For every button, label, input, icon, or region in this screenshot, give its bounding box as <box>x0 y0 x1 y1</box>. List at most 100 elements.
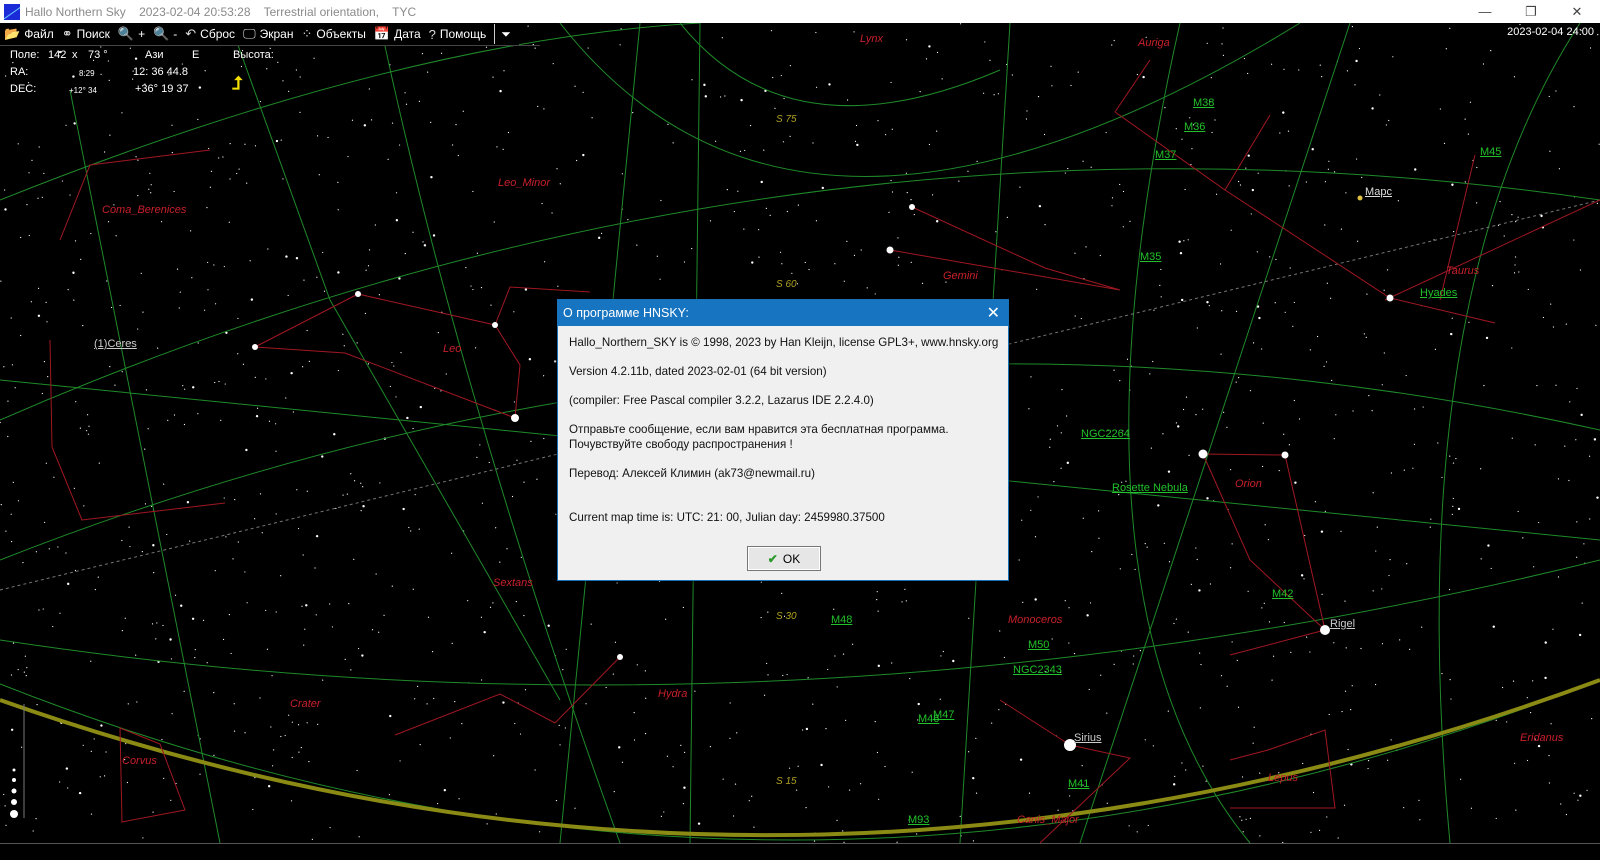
star <box>613 790 615 793</box>
sky-object-label[interactable]: M36 <box>1184 121 1205 133</box>
star <box>268 420 271 422</box>
sky-object-label[interactable]: M45 <box>1480 146 1501 158</box>
star <box>1068 642 1070 644</box>
star <box>1361 176 1363 179</box>
star <box>852 643 854 645</box>
constellation-label: Orion <box>1235 478 1262 490</box>
star <box>527 25 529 27</box>
file-button[interactable]: 📂 Файл <box>4 26 54 42</box>
objects-button[interactable]: ⁘ Объекты <box>301 26 365 42</box>
star <box>721 37 723 39</box>
star <box>1302 762 1304 765</box>
sky-object-label[interactable]: M47 <box>933 709 954 721</box>
sky-object-label[interactable]: (1)Ceres <box>94 338 137 350</box>
sky-object-label[interactable]: M41 <box>1068 778 1089 790</box>
star <box>1119 380 1121 382</box>
star <box>936 51 939 54</box>
star <box>513 401 515 403</box>
star <box>972 776 975 780</box>
star <box>1274 302 1276 304</box>
star <box>316 276 318 278</box>
star <box>229 178 231 180</box>
star <box>476 456 478 458</box>
star <box>813 840 816 842</box>
star <box>480 287 483 289</box>
star <box>479 444 481 446</box>
ok-button[interactable]: ✔ OK <box>747 546 821 571</box>
star <box>825 728 827 730</box>
search-button[interactable]: ⚭ Поиск <box>62 26 110 42</box>
star <box>1239 816 1241 818</box>
sky-object-label[interactable]: Марс <box>1365 186 1392 198</box>
star <box>1304 534 1306 537</box>
sky-object-label[interactable]: NGC2343 <box>1013 664 1062 676</box>
sky-object-label[interactable]: M42 <box>1272 588 1293 600</box>
star <box>576 159 578 162</box>
star <box>1006 216 1008 218</box>
star <box>1113 369 1115 371</box>
star <box>1514 762 1516 764</box>
star <box>1147 824 1149 827</box>
star <box>636 244 638 246</box>
star <box>225 536 227 538</box>
star <box>109 366 111 368</box>
mars-marker[interactable] <box>1357 195 1363 201</box>
dialog-close-icon[interactable]: ✕ <box>987 303 1000 323</box>
sky-object-label[interactable]: M35 <box>1140 251 1161 263</box>
toolbar-overflow-button[interactable]: ⏷ <box>501 27 511 42</box>
star <box>1136 831 1138 833</box>
star <box>287 714 290 716</box>
close-window-button[interactable]: ✕ <box>1554 0 1600 23</box>
star <box>1271 679 1273 681</box>
star <box>530 440 532 442</box>
screen-button[interactable]: 🖵 Экран <box>243 26 293 42</box>
star <box>1191 148 1193 150</box>
sky-object-label[interactable]: NGC2264 <box>1081 428 1130 440</box>
star <box>556 168 558 170</box>
minimize-button[interactable]: — <box>1462 0 1508 23</box>
star <box>1181 138 1183 140</box>
star <box>1421 626 1423 628</box>
reset-button[interactable]: ↶ Сброс <box>185 26 235 42</box>
star <box>1199 707 1201 709</box>
star <box>356 769 358 772</box>
zoom-slider[interactable] <box>8 700 30 822</box>
maximize-button[interactable]: ❐ <box>1508 0 1554 23</box>
star <box>145 389 148 391</box>
star <box>1050 65 1052 67</box>
sky-object-label[interactable]: M37 <box>1155 149 1176 161</box>
zoom-out-button[interactable]: 🔍 - <box>153 26 177 42</box>
star <box>1111 205 1113 207</box>
star <box>909 677 911 680</box>
zoom-in-button[interactable]: 🔍 + <box>118 26 145 42</box>
star <box>821 186 824 190</box>
star <box>337 271 340 274</box>
star <box>1319 64 1321 66</box>
star <box>1173 622 1175 625</box>
sky-object-label[interactable]: M38 <box>1193 97 1214 109</box>
sky-object-label[interactable]: Rosette Nebula <box>1112 482 1188 494</box>
sky-object-label[interactable]: M93 <box>908 814 929 826</box>
star <box>815 86 818 88</box>
star <box>1030 509 1032 511</box>
star <box>919 91 921 93</box>
star <box>156 622 158 624</box>
date-button[interactable]: 📅 Дата <box>374 26 421 42</box>
star <box>151 623 154 625</box>
sky-object-label[interactable]: Sirius <box>1074 732 1102 744</box>
star <box>180 604 183 607</box>
star <box>207 289 209 291</box>
star <box>1534 444 1536 446</box>
star <box>574 85 576 87</box>
sky-object-label[interactable]: M48 <box>831 614 852 626</box>
help-button[interactable]: ? Помощь <box>429 27 487 42</box>
sky-object-label[interactable]: Hyades <box>1420 287 1457 299</box>
sky-object-label[interactable]: Rigel <box>1330 618 1355 630</box>
star <box>1100 674 1102 676</box>
star <box>833 608 835 610</box>
monitor-icon: 🖵 <box>243 26 256 41</box>
sky-object-label[interactable]: M50 <box>1028 639 1049 651</box>
constellation-label: Coma_Berenices <box>102 204 187 216</box>
star <box>1077 71 1079 73</box>
star <box>408 526 410 529</box>
